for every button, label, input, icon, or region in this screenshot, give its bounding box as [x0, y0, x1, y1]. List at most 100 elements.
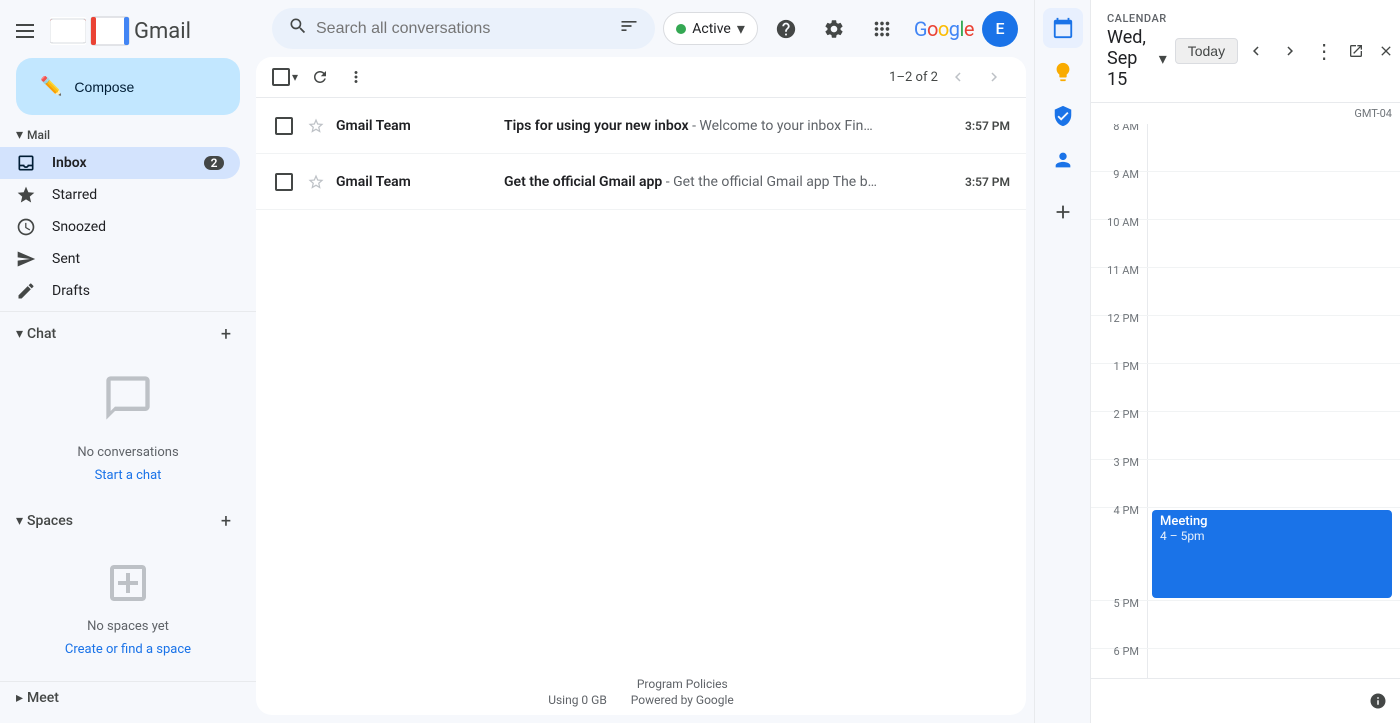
calendar-event-meeting[interactable]: Meeting 4 – 5pm: [1152, 510, 1392, 598]
compose-button[interactable]: ✏️ Compose: [16, 58, 240, 115]
time-slot-4pm: 4 PM Meeting 4 – 5pm: [1091, 508, 1400, 601]
calendar-footer: [1091, 678, 1400, 723]
sidebar-item-snoozed[interactable]: Snoozed: [0, 211, 240, 243]
time-content-5pm: [1147, 601, 1400, 648]
program-policies-link[interactable]: Program Policies: [637, 677, 728, 691]
spaces-empty-state: No spaces yet Create or find a space: [0, 539, 256, 677]
create-space-link[interactable]: Create or find a space: [65, 642, 191, 657]
more-options-button[interactable]: [340, 61, 372, 93]
email-checkbox-cell[interactable]: [272, 117, 296, 135]
status-label: Active: [692, 21, 731, 37]
filter-icon[interactable]: [619, 16, 639, 41]
user-avatar[interactable]: E: [982, 11, 1018, 47]
time-label-6pm: 6 PM: [1091, 641, 1147, 678]
contacts-panel-icon[interactable]: [1043, 140, 1083, 180]
calendar-more-button[interactable]: ⋮: [1308, 35, 1340, 67]
time-content-8am: [1147, 124, 1400, 171]
email-2-checkbox[interactable]: [275, 173, 293, 191]
pagination-prev[interactable]: [942, 61, 974, 93]
email-list: Gmail Team Tips for using your new inbox…: [256, 98, 1026, 399]
tasks-panel-icon[interactable]: [1043, 96, 1083, 136]
select-checkbox[interactable]: ▾: [272, 68, 300, 86]
sent-icon: [16, 249, 36, 269]
email-row[interactable]: Gmail Team Get the official Gmail app - …: [256, 154, 1026, 210]
spaces-add-button[interactable]: +: [212, 507, 240, 535]
calendar-label: CALENDAR: [1107, 12, 1167, 25]
meet-section-header[interactable]: ▸ Meet: [0, 686, 256, 710]
pagination-next[interactable]: [978, 61, 1010, 93]
search-input[interactable]: [316, 20, 611, 38]
calendar-nav: Today ⋮: [1175, 35, 1400, 67]
add-apps-button[interactable]: [1043, 192, 1083, 232]
time-label-3pm: 3 PM: [1091, 452, 1147, 507]
email-1-sender: Gmail Team: [336, 118, 496, 134]
hamburger-menu[interactable]: [8, 16, 42, 46]
pencil-icon: ✏️: [40, 76, 62, 97]
gmail-text: Gmail: [134, 19, 191, 44]
snoozed-icon: [16, 217, 36, 237]
sidebar-divider: [0, 311, 256, 312]
time-slot-6pm: 6 PM: [1091, 649, 1400, 678]
email-2-star[interactable]: [304, 173, 328, 191]
email-checkbox-cell[interactable]: [272, 173, 296, 191]
time-content-11am: [1147, 268, 1400, 315]
status-dot: [676, 24, 686, 34]
email-1-checkbox[interactable]: [275, 117, 293, 135]
sidebar-item-drafts[interactable]: Drafts: [0, 275, 240, 307]
email-2-time: 3:57 PM: [965, 175, 1010, 189]
sidebar-item-inbox[interactable]: Inbox 2: [0, 147, 240, 179]
spaces-label: Spaces: [27, 513, 73, 529]
spaces-section-header[interactable]: ▾ Spaces +: [0, 503, 256, 539]
calendar-panel-icon[interactable]: [1043, 8, 1083, 48]
time-content-3pm: [1147, 460, 1400, 507]
calendar-next-button[interactable]: [1274, 35, 1306, 67]
time-label-1pm: 1 PM: [1091, 356, 1147, 411]
email-2-preview: - Get the official Gmail app The b…: [666, 174, 877, 190]
chat-section-header[interactable]: ▾ Chat +: [0, 316, 256, 352]
refresh-button[interactable]: [304, 61, 336, 93]
topbar: Active ▾ Google E: [256, 0, 1034, 57]
meet-section-title: ▸ Meet: [16, 690, 59, 706]
today-button[interactable]: Today: [1175, 38, 1238, 64]
right-sidebar-calendar: CALENDAR Wed, Sep 15 ▾ Today ⋮: [1090, 0, 1400, 723]
sidebar-item-sent[interactable]: Sent: [0, 243, 240, 275]
help-button[interactable]: [766, 9, 806, 49]
snoozed-label: Snoozed: [52, 219, 224, 235]
chat-add-button[interactable]: +: [212, 320, 240, 348]
apps-button[interactable]: [862, 9, 902, 49]
time-content-6pm: [1147, 649, 1400, 678]
status-button[interactable]: Active ▾: [663, 12, 758, 45]
meet-label: Meet: [27, 690, 59, 706]
time-content-2pm: [1147, 412, 1400, 459]
email-2-content: Get the official Gmail app - Get the off…: [504, 174, 949, 190]
email-1-preview: - Welcome to your inbox Fin…: [692, 118, 873, 134]
calendar-date-arrow[interactable]: ▾: [1159, 49, 1167, 68]
calendar-external-link[interactable]: [1342, 37, 1370, 65]
sidebar-item-starred[interactable]: Starred: [0, 179, 240, 211]
calendar-prev-button[interactable]: [1240, 35, 1272, 67]
compose-label: Compose: [74, 79, 134, 95]
settings-button[interactable]: [814, 9, 854, 49]
sidebar-header: Gmail: [0, 8, 256, 54]
spaces-section-title: ▾ Spaces: [16, 513, 73, 529]
powered-by-link[interactable]: Powered by Google: [631, 693, 734, 707]
select-dropdown-arrow[interactable]: ▾: [290, 68, 300, 86]
keep-notes-panel-icon[interactable]: [1043, 52, 1083, 92]
select-all-checkbox[interactable]: [272, 68, 290, 86]
email-1-content: Tips for using your new inbox - Welcome …: [504, 118, 949, 134]
time-label-10am: 10 AM: [1091, 212, 1147, 267]
email-1-star[interactable]: [304, 117, 328, 135]
start-chat-link[interactable]: Start a chat: [95, 468, 162, 483]
time-label-12pm: 12 PM: [1091, 308, 1147, 363]
calendar-close-button[interactable]: [1372, 37, 1400, 65]
mail-section-header[interactable]: ▾ Mail: [0, 123, 256, 147]
calendar-info-button[interactable]: [1364, 687, 1392, 715]
email-row[interactable]: Gmail Team Tips for using your new inbox…: [256, 98, 1026, 154]
inbox-badge: 2: [204, 156, 224, 170]
time-content-10am: [1147, 220, 1400, 267]
google-logo: Google: [914, 17, 974, 41]
google-logo-text: Google: [914, 17, 974, 41]
gmt-label: GMT-04: [1091, 103, 1400, 124]
icon-panel: [1034, 0, 1090, 723]
search-box[interactable]: [272, 8, 655, 49]
